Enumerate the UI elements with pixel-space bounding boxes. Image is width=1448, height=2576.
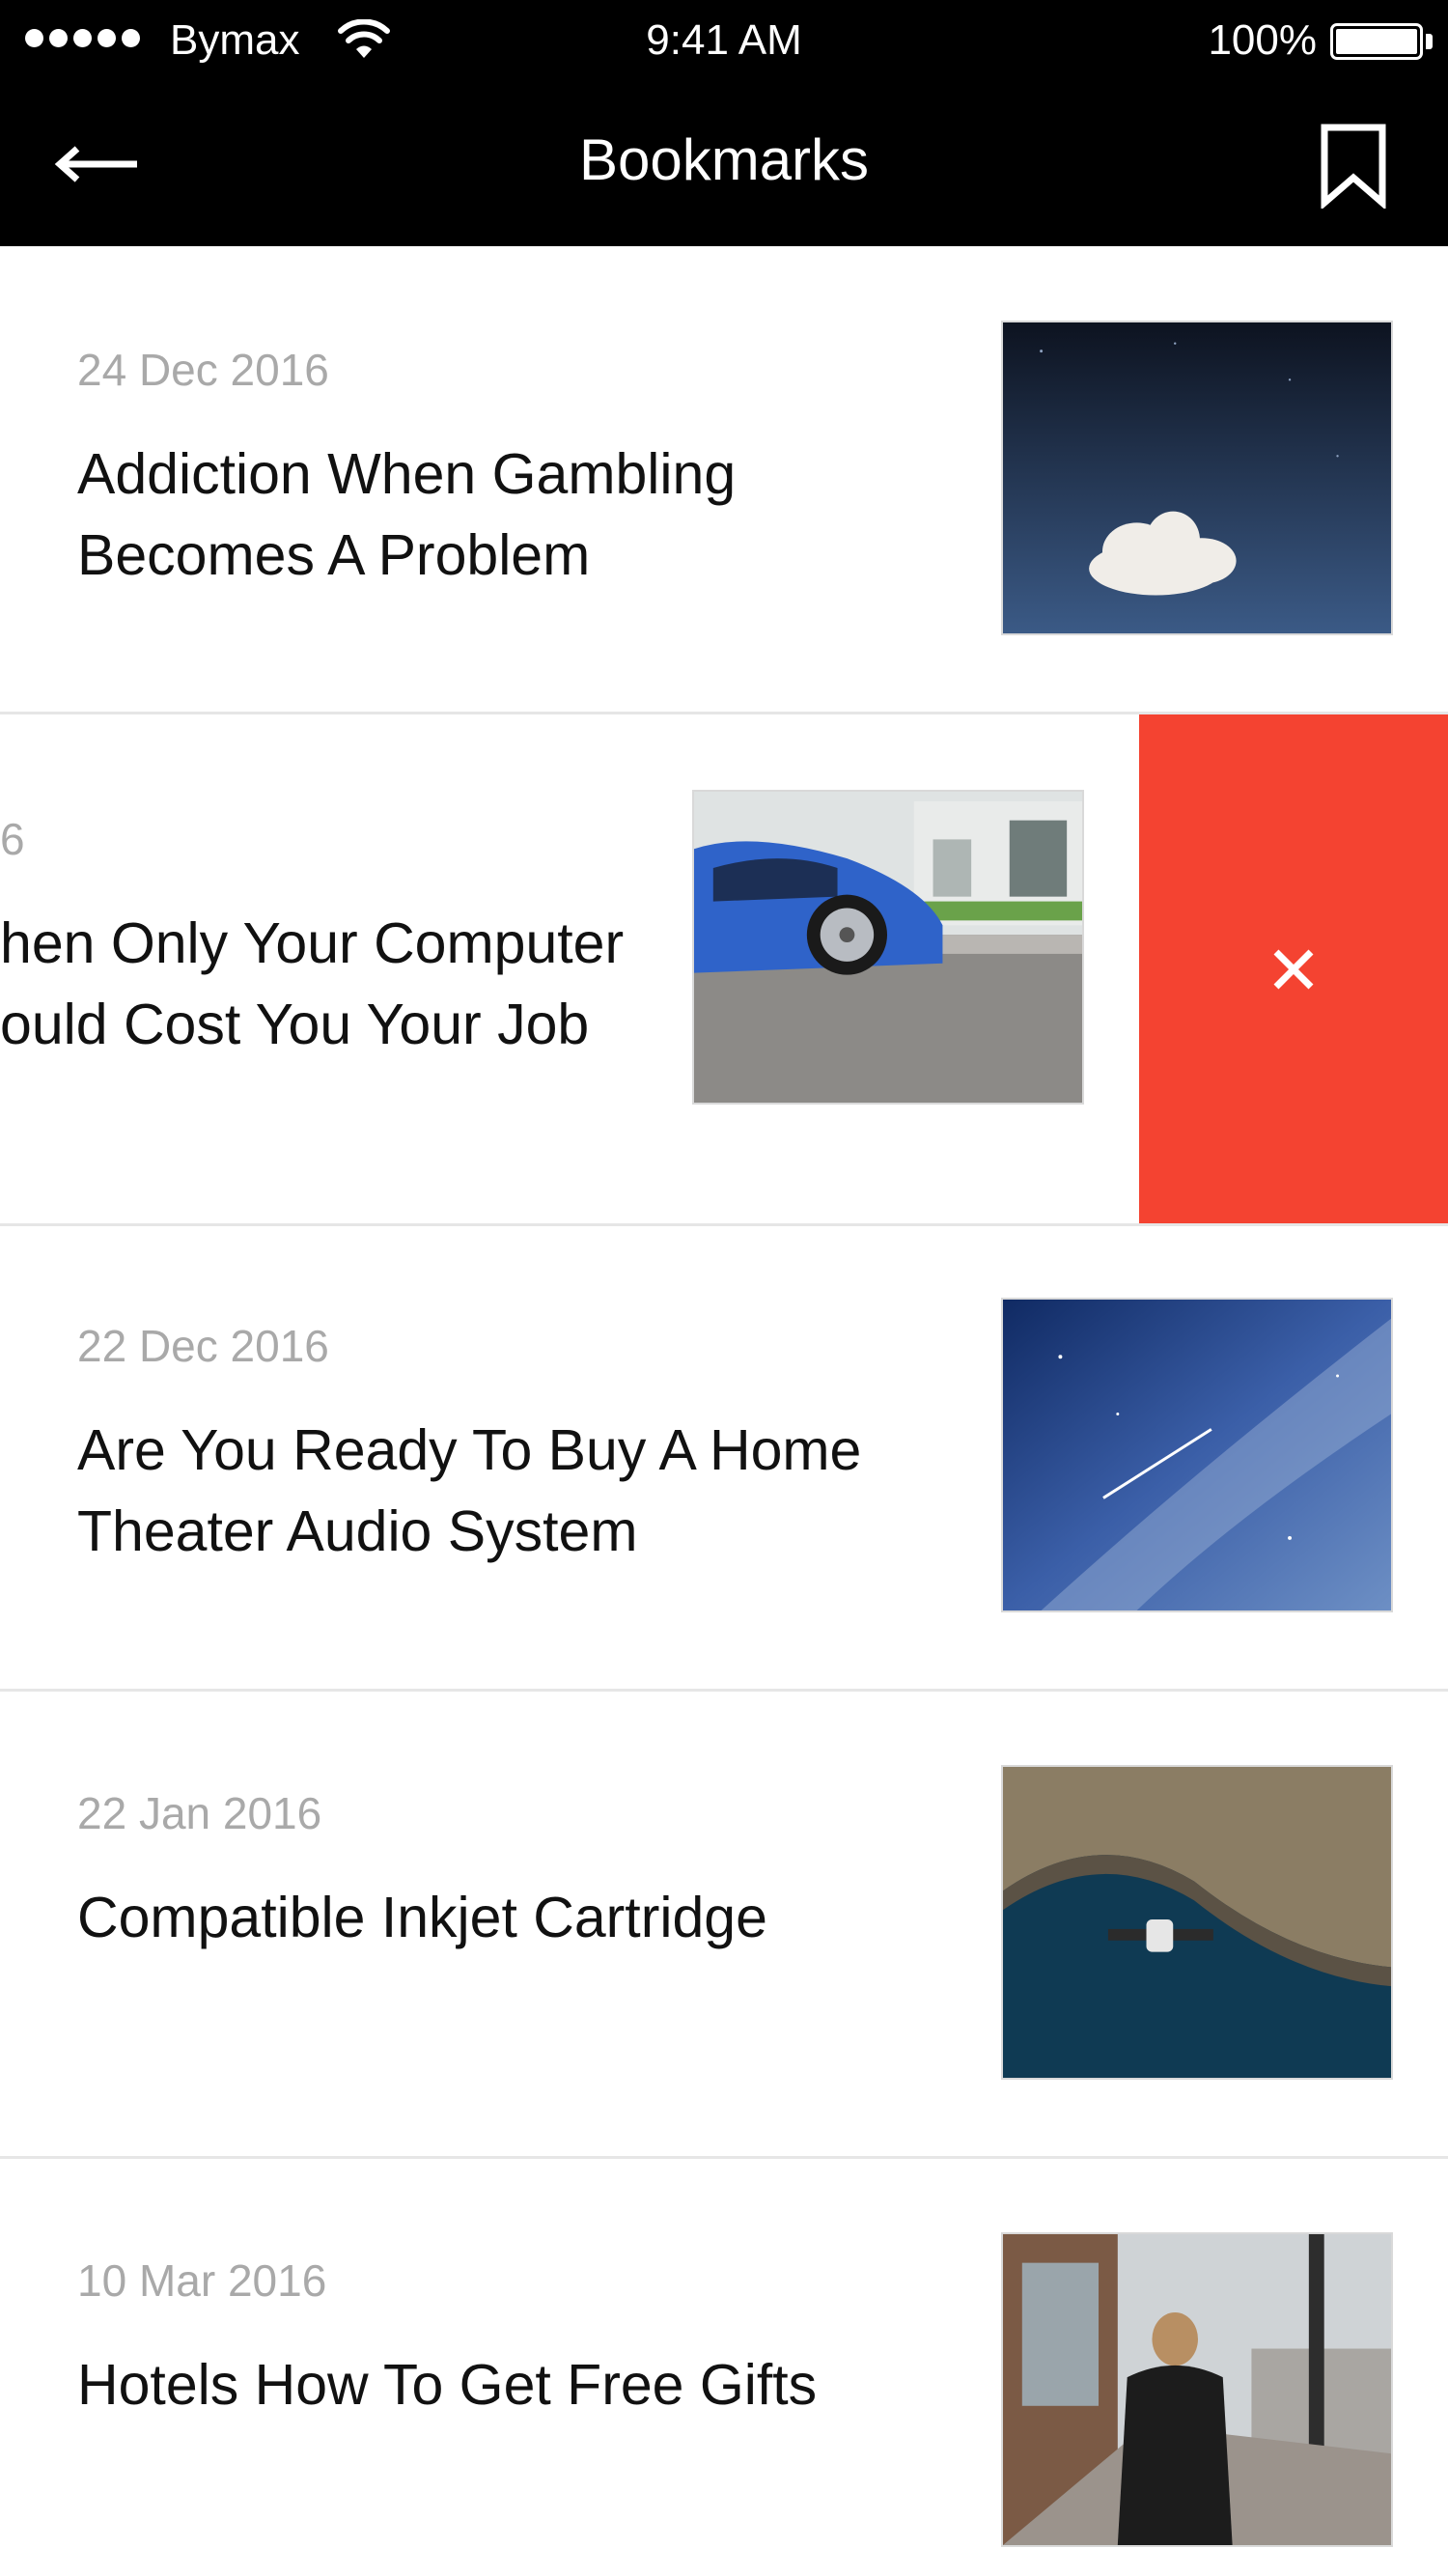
list-item[interactable]: 22 Jan 2016 Compatible Inkjet Cartridge [0,1692,1448,2156]
item-date: 22 Dec 2016 [77,1321,329,1371]
page-title: Bookmarks [578,127,870,192]
list-item[interactable]: 10 Mar 2016 Hotels How To Get Free Gifts [0,2159,1448,2576]
item-title-line-1: hen Only Your Computer [0,911,625,975]
list-item[interactable]: 24 Dec 2016 Addiction When Gambling Beco… [0,246,1448,712]
item-thumbnail [1001,1298,1393,1612]
item-title-line-2: Theater Audio System [77,1499,638,1563]
status-bar: Bymax 9:41 AM 100% [0,0,1448,81]
top-bar: Bymax 9:41 AM 100% Bookmarks [0,0,1448,246]
item-title-line-1: Hotels How To Get Free Gifts [77,2353,818,2417]
item-thumbnail [1001,321,1393,635]
battery-tip [1426,34,1433,49]
bookmark-icon[interactable] [1317,122,1390,209]
item-title-line-2: ould Cost You Your Job [0,993,590,1056]
item-title-line-1: Are You Ready To Buy A Home [77,1418,862,1482]
item-thumbnail [1001,2232,1393,2547]
item-title-line-1: Compatible Inkjet Cartridge [77,1886,767,1949]
item-date: 22 Jan 2016 [77,1788,322,1838]
battery-percentage: 100% [1208,16,1317,64]
delete-button[interactable] [1139,714,1448,1223]
item-title-line-1: Addiction When Gambling [77,442,737,506]
item-date: 24 Dec 2016 [77,345,329,395]
battery-icon [1330,23,1423,60]
list-item[interactable]: 22 Dec 2016 Are You Ready To Buy A Home … [0,1226,1448,1689]
item-date: 6 [0,814,25,864]
item-title-line-2: Becomes A Problem [77,523,591,587]
close-icon [1273,949,1314,990]
item-date: 10 Mar 2016 [77,2255,327,2306]
item-thumbnail [1001,1765,1393,2080]
item-thumbnail [692,790,1084,1105]
